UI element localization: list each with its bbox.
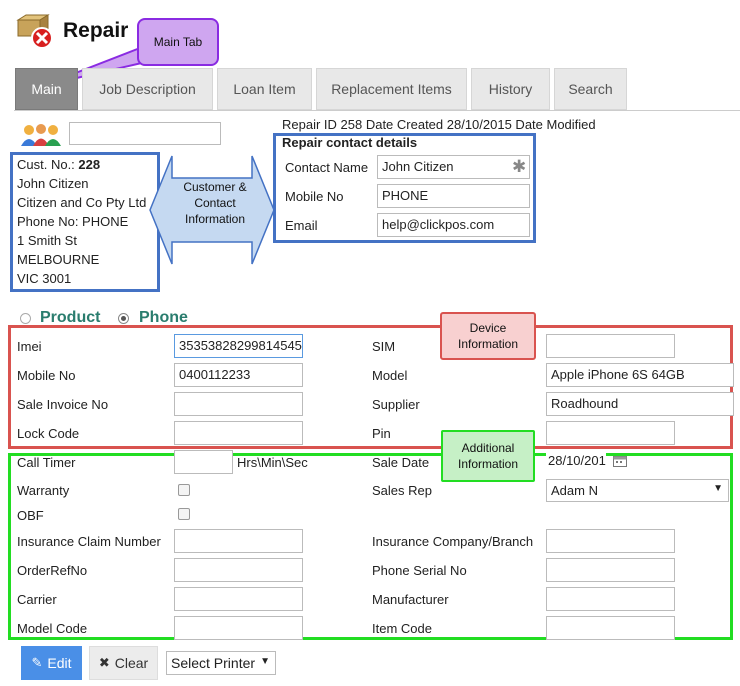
product-radio[interactable]	[20, 313, 31, 324]
tab-job-description[interactable]: Job Description	[82, 68, 213, 110]
item-code-input[interactable]	[546, 616, 675, 640]
customer-search-input[interactable]	[69, 122, 221, 145]
contact-name-input[interactable]: John Citizen	[377, 155, 530, 179]
contact-heading: Repair contact details	[282, 135, 418, 150]
main-tab-callout: Main Tab	[137, 18, 219, 66]
manufacturer-input[interactable]	[546, 587, 675, 611]
tab-label: Job Description	[99, 81, 196, 97]
sales-rep-value: Adam N	[551, 483, 598, 498]
customer-line: VIC 3001	[17, 271, 72, 286]
model-label: Model	[372, 368, 408, 383]
edit-button[interactable]: ✎ Edit	[21, 646, 82, 680]
phone-serial-input[interactable]	[546, 558, 675, 582]
contact-email-input[interactable]: help@clickpos.com	[377, 213, 530, 237]
model-code-input[interactable]	[174, 616, 303, 640]
sim-label: SIM	[372, 339, 396, 354]
customer-number-value: 228	[78, 157, 101, 172]
insurance-company-input[interactable]	[546, 529, 675, 553]
edit-icon: ✎	[31, 655, 43, 670]
customer-lookup-icon[interactable]	[19, 122, 63, 148]
customer-number: Cust. No.: 228	[17, 157, 100, 172]
sales-rep-label: Sales Rep	[372, 483, 432, 498]
warranty-label: Warranty	[17, 483, 70, 498]
order-ref-input[interactable]	[174, 558, 303, 582]
obf-label: OBF	[17, 508, 44, 523]
mobile-no-label: Mobile No	[17, 368, 76, 383]
contact-mobile-label: Mobile No	[285, 189, 344, 204]
close-icon: ✖	[98, 655, 110, 670]
item-code-label: Item Code	[372, 621, 432, 636]
insurance-company-label: Insurance Company/Branch	[372, 534, 534, 549]
phone-radio[interactable]	[118, 313, 129, 324]
supplier-label: Supplier	[372, 397, 420, 412]
customer-line: 1 Smith St	[17, 233, 77, 248]
customer-line: John Citizen	[17, 176, 89, 191]
edit-button-label: Edit	[47, 655, 72, 671]
repair-meta-info: Repair ID 258 Date Created 28/10/2015 Da…	[282, 117, 596, 132]
printer-select-value: Select Printer	[171, 655, 256, 671]
contact-email-label: Email	[285, 218, 318, 233]
tab-loan-item[interactable]: Loan Item	[217, 68, 312, 110]
carrier-label: Carrier	[17, 592, 57, 607]
clear-button[interactable]: ✖ Clear	[89, 646, 158, 680]
customer-number-label: Cust. No.:	[17, 157, 75, 172]
tab-history[interactable]: History	[471, 68, 550, 110]
tab-replacement-items[interactable]: Replacement Items	[316, 68, 467, 110]
model-code-label: Model Code	[17, 621, 88, 636]
tab-label: Search	[568, 81, 613, 97]
device-info-callout: Device Information	[440, 312, 536, 360]
model-input[interactable]: Apple iPhone 6S 64GB	[546, 363, 734, 387]
contact-mobile-input[interactable]: PHONE	[377, 184, 530, 208]
contact-name-label: Contact Name	[285, 160, 369, 175]
lock-code-label: Lock Code	[17, 426, 80, 441]
obf-checkbox[interactable]	[178, 508, 190, 520]
required-asterisk-icon: ✱	[512, 157, 527, 176]
lock-code-input[interactable]	[174, 421, 303, 445]
customer-contact-callout-label: Customer & Contact Information	[183, 180, 247, 226]
carrier-input[interactable]	[174, 587, 303, 611]
clear-button-label: Clear	[114, 655, 149, 671]
sales-rep-select[interactable]: Adam N ▼	[546, 479, 729, 502]
chevron-down-icon: ▼	[713, 483, 723, 494]
call-timer-label: Call Timer	[17, 455, 76, 470]
chevron-down-icon: ▼	[260, 656, 270, 667]
call-timer-input[interactable]	[174, 450, 233, 474]
calendar-icon[interactable]	[613, 455, 627, 467]
pin-label: Pin	[372, 426, 391, 441]
warranty-checkbox[interactable]	[178, 484, 190, 496]
tab-label: Main	[31, 81, 62, 97]
mobile-no-input[interactable]: 0400112233	[174, 363, 303, 387]
supplier-input[interactable]: Roadhound	[546, 392, 734, 416]
pin-input[interactable]	[546, 421, 675, 445]
imei-input[interactable]: 353538282998145451	[174, 334, 303, 358]
customer-line: Citizen and Co Pty Ltd	[17, 195, 147, 210]
call-timer-unit: Hrs\Min\Sec	[237, 455, 308, 470]
customer-line: Phone No: PHONE	[17, 214, 129, 229]
order-ref-label: OrderRefNo	[17, 563, 88, 578]
additional-info-callout-label: Additional Information	[457, 441, 519, 471]
imei-label: Imei	[17, 339, 42, 354]
sale-date-label: Sale Date	[372, 455, 430, 470]
tab-label: Replacement Items	[331, 81, 452, 97]
tab-search[interactable]: Search	[554, 68, 627, 110]
device-info-callout-label: Device Information	[457, 321, 519, 351]
sim-input[interactable]	[546, 334, 675, 358]
printer-select[interactable]: Select Printer ▼	[166, 651, 276, 675]
additional-info-callout: Additional Information	[441, 430, 535, 482]
sale-invoice-label: Sale Invoice No	[17, 397, 109, 412]
tab-label: Loan Item	[233, 81, 296, 97]
insurance-claim-input[interactable]	[174, 529, 303, 553]
main-tab-callout-label: Main Tab	[153, 35, 203, 49]
sale-invoice-input[interactable]	[174, 392, 303, 416]
tab-underline	[14, 110, 740, 111]
sale-date-input[interactable]: 28/10/2015	[546, 450, 606, 474]
phone-serial-label: Phone Serial No	[372, 563, 467, 578]
tab-main[interactable]: Main	[15, 68, 78, 110]
customer-line: MELBOURNE	[17, 252, 100, 267]
insurance-claim-label: Insurance Claim Number	[17, 534, 161, 549]
manufacturer-label: Manufacturer	[372, 592, 449, 607]
tab-label: History	[488, 81, 533, 97]
